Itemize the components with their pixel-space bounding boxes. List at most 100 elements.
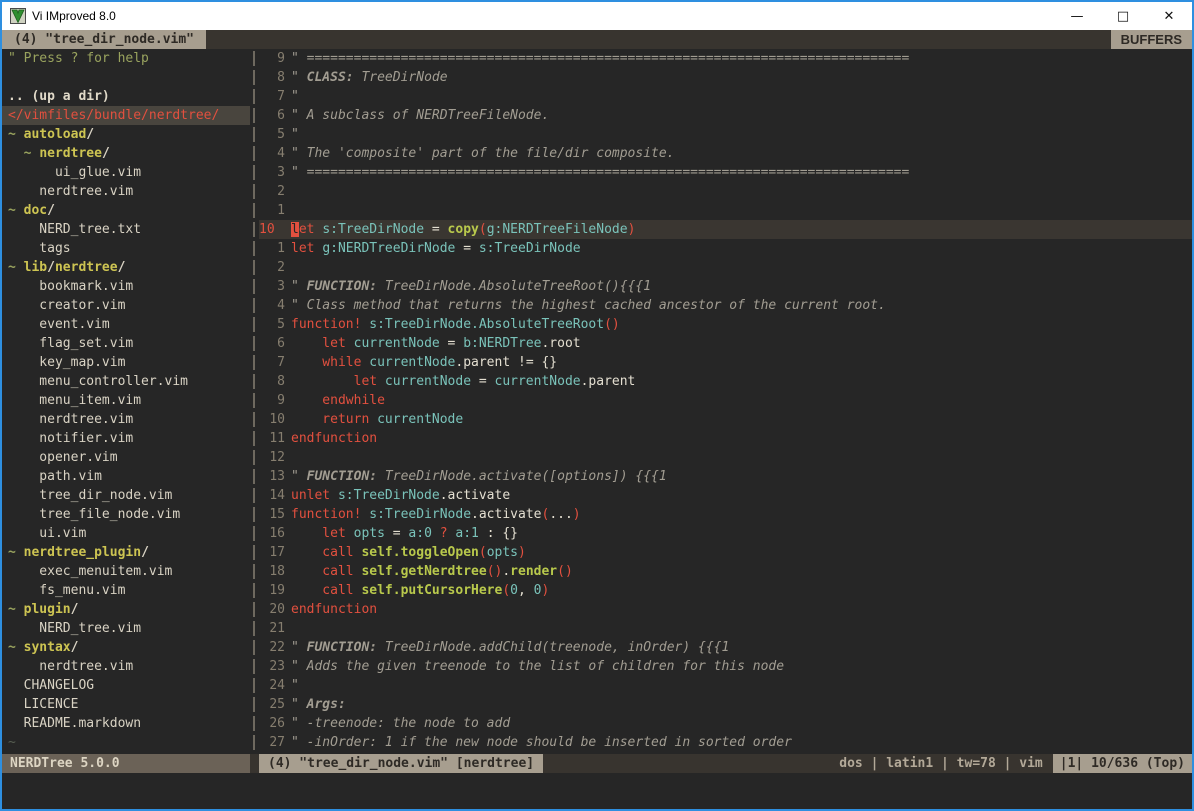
tree-item[interactable]: tags <box>8 239 250 258</box>
code-line[interactable]: 7" <box>259 87 1192 106</box>
tree-item-text: NERD_tree.txt <box>8 222 141 237</box>
code-line[interactable]: 9 endwhile <box>259 391 1192 410</box>
tree-item[interactable]: key_map.vim <box>8 353 250 372</box>
tree-item[interactable]: tree_file_node.vim <box>8 505 250 524</box>
code-line[interactable]: 26" -treenode: the node to add <box>259 714 1192 733</box>
line-number: 1 <box>259 201 285 220</box>
tree-item[interactable]: CHANGELOG <box>8 676 250 695</box>
tree-item[interactable]: ~ plugin/ <box>8 600 250 619</box>
code-line[interactable]: 27" -inOrder: 1 if the new node should b… <box>259 733 1192 752</box>
code-text: () <box>487 564 503 579</box>
code-line[interactable]: 16 let opts = a:0 ? a:1 : {} <box>259 524 1192 543</box>
line-number: 1 <box>259 239 285 258</box>
code-line[interactable]: 24" <box>259 676 1192 695</box>
tree-item-text: tree_file_node.vim <box>8 507 180 522</box>
tree-item[interactable] <box>8 68 250 87</box>
code-line[interactable]: 14unlet s:TreeDirNode.activate <box>259 486 1192 505</box>
tree-item[interactable]: ui.vim <box>8 524 250 543</box>
tree-item[interactable]: event.vim <box>8 315 250 334</box>
tree-item[interactable]: notifier.vim <box>8 429 250 448</box>
maximize-button[interactable]: □ <box>1100 2 1146 30</box>
code-line[interactable]: 1 <box>259 201 1192 220</box>
tree-item[interactable]: ~ nerdtree_plugin/ <box>8 543 250 562</box>
code-line[interactable]: 9" =====================================… <box>259 49 1192 68</box>
code-line[interactable]: 7 while currentNode.parent != {} <box>259 353 1192 372</box>
line-number: 14 <box>259 486 285 505</box>
tree-item[interactable]: README.markdown <box>8 714 250 733</box>
tree-item[interactable]: NERD_tree.vim <box>8 619 250 638</box>
code-text: " <box>291 697 307 712</box>
code-line[interactable]: 13" FUNCTION: TreeDirNode.activate([opti… <box>259 467 1192 486</box>
tree-item[interactable]: " Press ? for help <box>8 49 250 68</box>
code-line[interactable]: 20endfunction <box>259 600 1192 619</box>
tree-item[interactable]: creator.vim <box>8 296 250 315</box>
code-line[interactable]: 2 <box>259 182 1192 201</box>
code-line[interactable]: 19 call self.putCursorHere(0, 0) <box>259 581 1192 600</box>
line-number: 7 <box>259 87 285 106</box>
tree-item-text: fs_menu.vim <box>8 583 125 598</box>
code-text <box>346 526 354 541</box>
command-line[interactable] <box>2 773 1192 809</box>
minimize-button[interactable]: — <box>1054 2 1100 30</box>
code-text: while <box>291 355 361 370</box>
tree-item[interactable]: nerdtree.vim <box>8 182 250 201</box>
buffers-label[interactable]: BUFFERS <box>1111 30 1192 49</box>
code-line[interactable]: 4" The 'composite' part of the file/dir … <box>259 144 1192 163</box>
tree-item[interactable]: nerdtree.vim <box>8 657 250 676</box>
code-line[interactable]: 22" FUNCTION: TreeDirNode.addChild(treen… <box>259 638 1192 657</box>
code-line[interactable]: 23" Adds the given treenode to the list … <box>259 657 1192 676</box>
tree-item[interactable]: NERD_tree.txt <box>8 220 250 239</box>
code-line[interactable]: 2 <box>259 258 1192 277</box>
tree-item[interactable]: LICENCE <box>8 695 250 714</box>
window-split-separator[interactable] <box>250 49 259 754</box>
tree-item[interactable]: ~ autoload/ <box>8 125 250 144</box>
close-button[interactable]: ✕ <box>1146 2 1192 30</box>
tab-tree-dir-node[interactable]: (4) "tree_dir_node.vim" <box>2 30 206 49</box>
code-text: .activate <box>440 488 510 503</box>
code-line[interactable]: 10 return currentNode <box>259 410 1192 429</box>
code-line[interactable]: 3" FUNCTION: TreeDirNode.AbsoluteTreeRoo… <box>259 277 1192 296</box>
code-line[interactable]: 17 call self.toggleOpen(opts) <box>259 543 1192 562</box>
tree-item[interactable]: ~ <box>8 733 250 752</box>
code-line[interactable]: 5function! s:TreeDirNode.AbsoluteTreeRoo… <box>259 315 1192 334</box>
tree-item[interactable]: .. (up a dir) <box>8 87 250 106</box>
tree-item[interactable]: ~ nerdtree/ <box>8 144 250 163</box>
statusline-format-info: dos | latin1 | tw=78 | vim <box>543 754 1053 773</box>
code-line[interactable]: 11endfunction <box>259 429 1192 448</box>
code-line[interactable]: 8" CLASS: TreeDirNode <box>259 68 1192 87</box>
tree-item[interactable]: fs_menu.vim <box>8 581 250 600</box>
tree-item[interactable]: bookmark.vim <box>8 277 250 296</box>
code-line[interactable]: 18 call self.getNerdtree().render() <box>259 562 1192 581</box>
tree-item[interactable]: ~ lib/nerdtree/ <box>8 258 250 277</box>
tree-item[interactable]: nerdtree.vim <box>8 410 250 429</box>
code-line[interactable]: 6" A subclass of NERDTreeFileNode. <box>259 106 1192 125</box>
code-line[interactable]: 1let g:NERDTreeDirNode = s:TreeDirNode <box>259 239 1192 258</box>
tree-item[interactable]: opener.vim <box>8 448 250 467</box>
tree-item[interactable]: ~ doc/ <box>8 201 250 220</box>
line-number: 2 <box>259 258 285 277</box>
code-line[interactable]: 25" Args: <box>259 695 1192 714</box>
tree-item[interactable]: menu_controller.vim <box>8 372 250 391</box>
tree-root-item[interactable]: </vimfiles/bundle/nerdtree/ <box>2 106 250 125</box>
code-line[interactable]: 12 <box>259 448 1192 467</box>
tree-item[interactable]: path.vim <box>8 467 250 486</box>
code-line[interactable]: 8 let currentNode = currentNode.parent <box>259 372 1192 391</box>
tree-item[interactable]: ui_glue.vim <box>8 163 250 182</box>
tree-item[interactable]: flag_set.vim <box>8 334 250 353</box>
tree-item[interactable]: menu_item.vim <box>8 391 250 410</box>
code-line[interactable]: 21 <box>259 619 1192 638</box>
code-line[interactable]: 5" <box>259 125 1192 144</box>
code-line[interactable]: 6 let currentNode = b:NERDTree.root <box>259 334 1192 353</box>
line-number: 5 <box>259 125 285 144</box>
tree-item[interactable]: ~ syntax/ <box>8 638 250 657</box>
code-text: a:0 <box>408 526 431 541</box>
tree-item[interactable]: exec_menuitem.vim <box>8 562 250 581</box>
code-text <box>330 488 338 503</box>
tree-item[interactable]: tree_dir_node.vim <box>8 486 250 505</box>
code-text: currentNode <box>377 412 463 427</box>
code-line[interactable]: 4" Class method that returns the highest… <box>259 296 1192 315</box>
code-line[interactable]: 15function! s:TreeDirNode.activate(...) <box>259 505 1192 524</box>
code-line-current[interactable]: 10let s:TreeDirNode = copy(g:NERDTreeFil… <box>259 220 1192 239</box>
tree-item-text: / <box>102 146 110 161</box>
code-line[interactable]: 3" =====================================… <box>259 163 1192 182</box>
